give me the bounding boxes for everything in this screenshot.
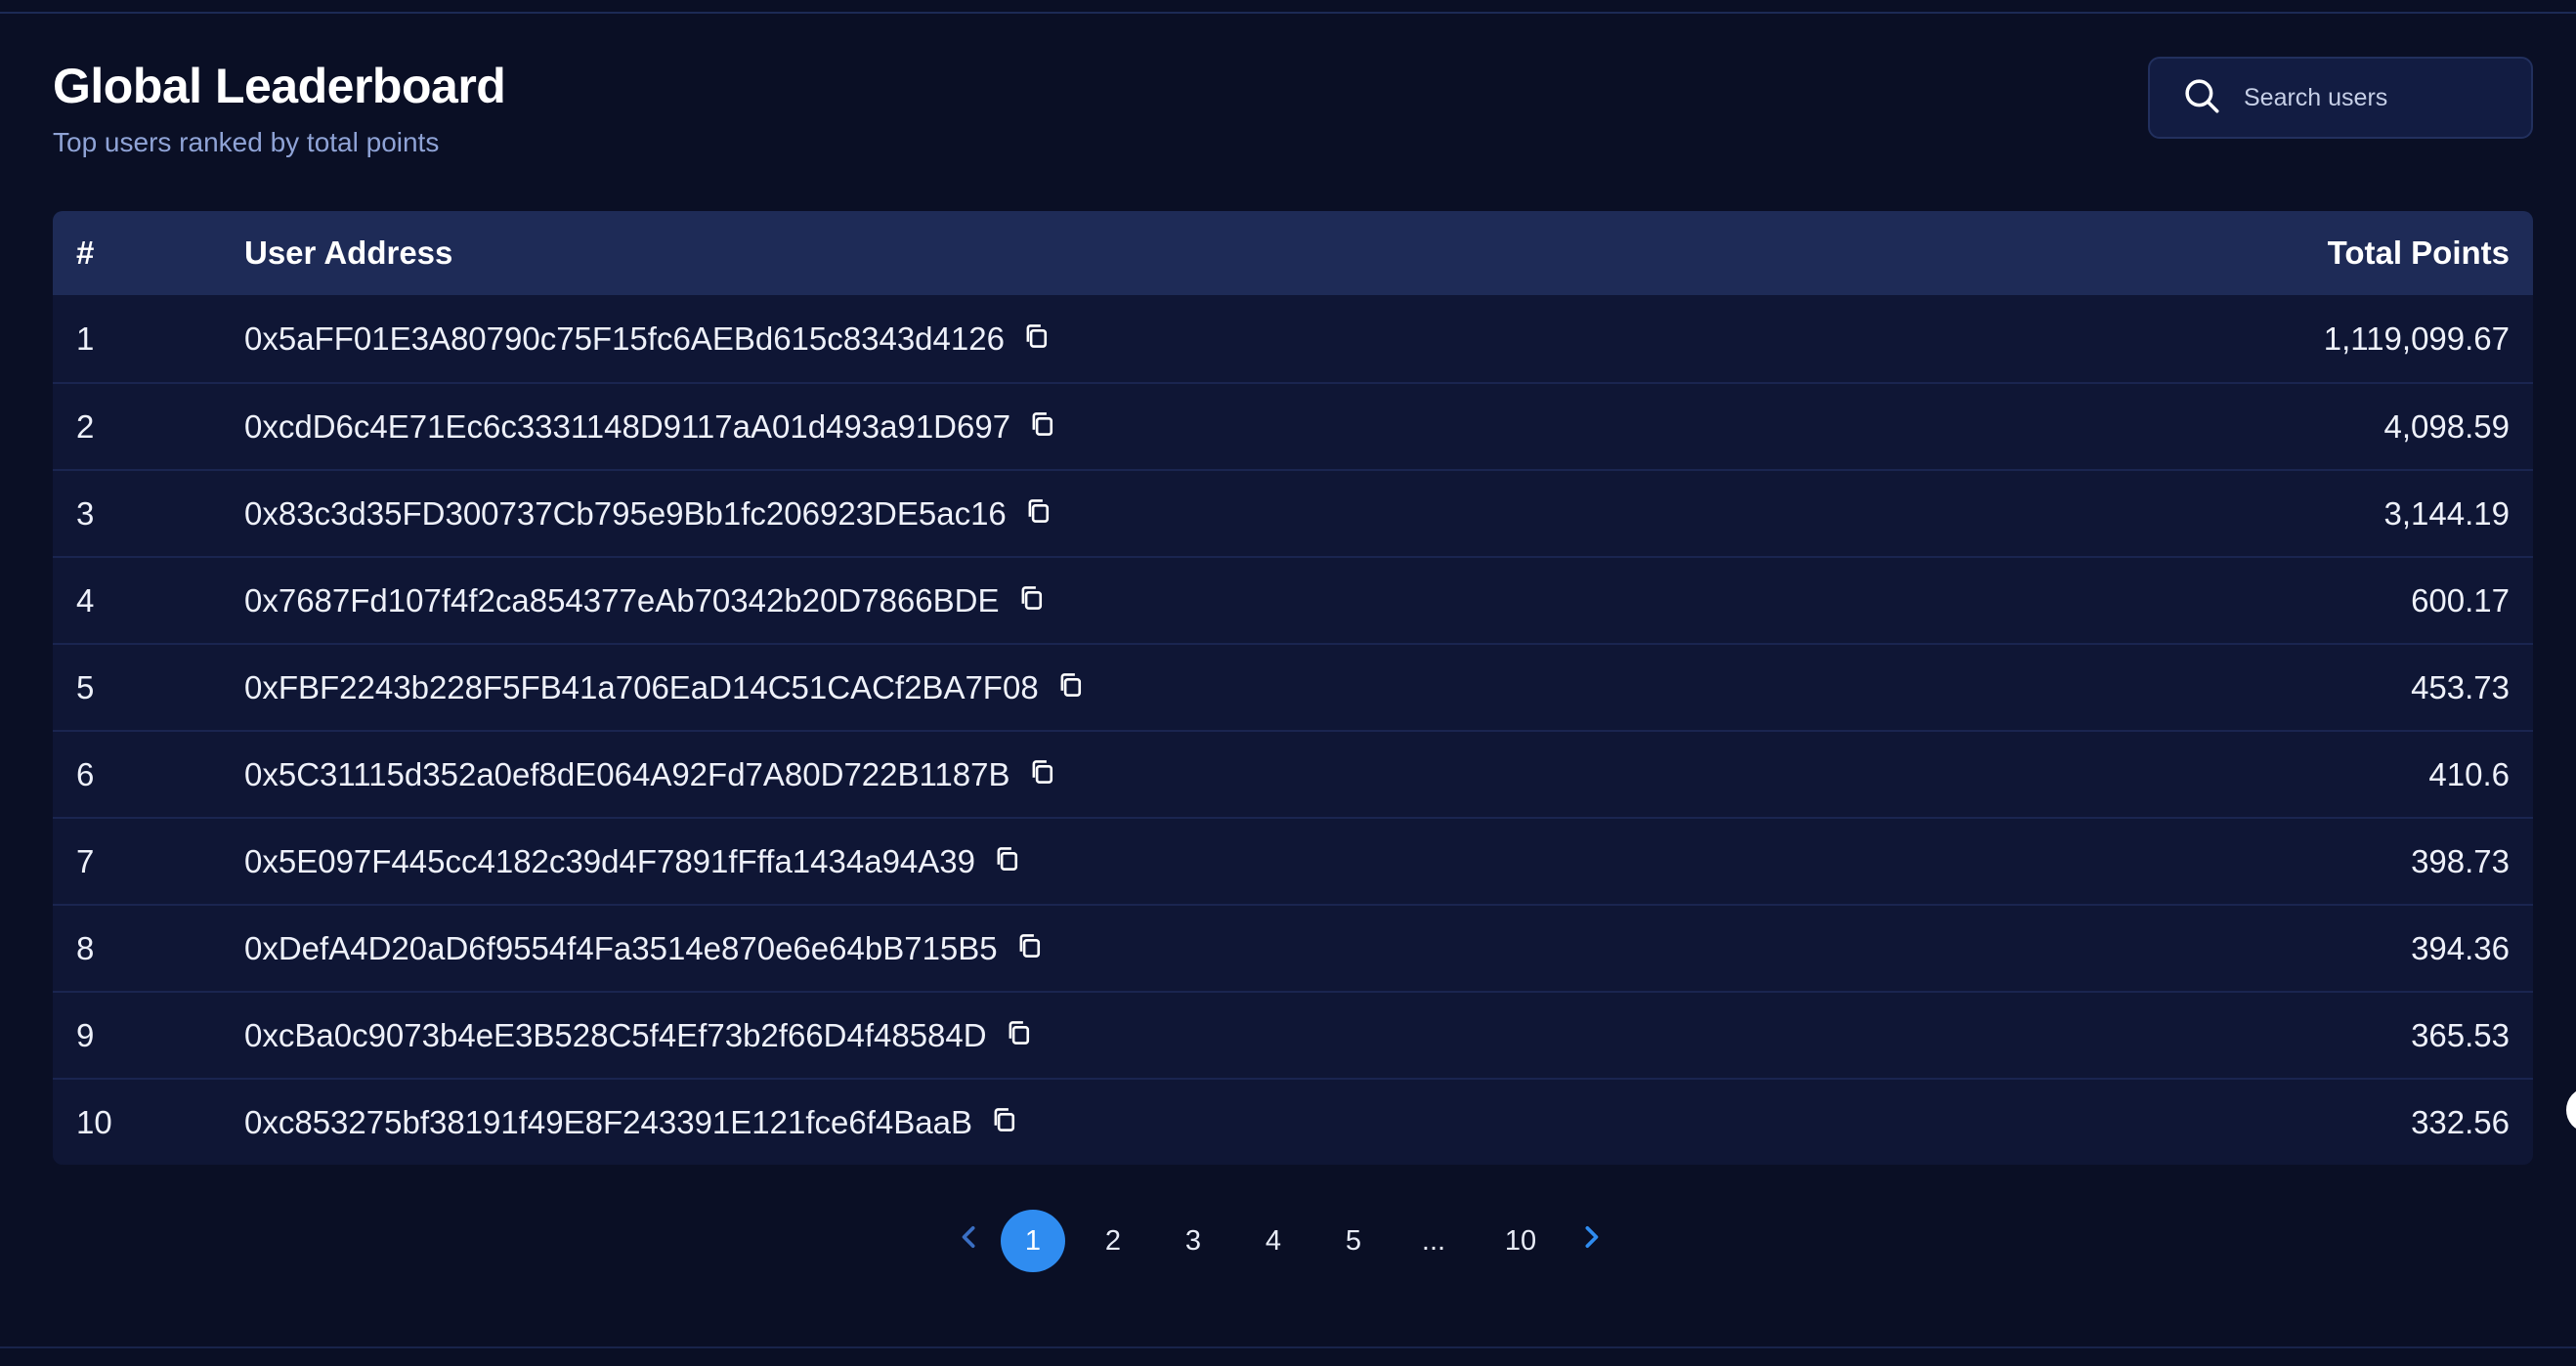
user-address: 0xcdD6c4E71Ec6c3331148D9117aA01d493a91D6… <box>244 407 1011 445</box>
rank-cell: 10 <box>76 1103 112 1140</box>
address-cell: 0xcBa0c9073b4eE3B528C5f4Ef73b2f66D4f4858… <box>244 1017 2123 1054</box>
search-icon <box>2181 75 2222 121</box>
chevron-left-icon <box>959 1224 980 1258</box>
bottom-divider <box>0 1346 2576 1348</box>
user-address: 0x5E097F445cc4182c39d4F7891fFffa1434a94A… <box>244 842 975 879</box>
top-divider <box>0 12 2576 14</box>
address-cell: 0x5aFF01E3A80790c75F15fc6AEBd615c8343d41… <box>244 320 2123 358</box>
copy-address-button[interactable] <box>1054 672 1086 704</box>
copy-address-button[interactable] <box>1013 933 1045 964</box>
points-cell: 1,119,099.67 <box>2323 320 2510 357</box>
rank-cell: 4 <box>76 581 95 619</box>
page-5-button[interactable]: 5 <box>1321 1210 1386 1272</box>
address-cell: 0xcdD6c4E71Ec6c3331148D9117aA01d493a91D6… <box>244 408 2123 446</box>
copy-address-button[interactable] <box>1003 1020 1034 1051</box>
page-title: Global Leaderboard <box>53 59 506 113</box>
points-cell: 410.6 <box>2428 755 2510 792</box>
search-input[interactable] <box>2242 82 2515 113</box>
floating-widget-edge[interactable] <box>2566 1089 2576 1131</box>
next-page-button[interactable] <box>1567 1210 1614 1272</box>
points-cell: 453.73 <box>2411 668 2510 705</box>
rank-cell: 9 <box>76 1016 95 1053</box>
leaderboard-table: # User Address Total Points 1 0x5aFF01E3A… <box>53 211 2533 1165</box>
address-cell: 0xFBF2243b228F5FB41a706EaD14C51CACf2BA7F… <box>244 669 2123 706</box>
table-row: 8 0xDefA4D20aD6f9554f4Fa3514e870e6e64bB71… <box>53 904 2533 991</box>
user-address: 0x5C31115d352a0ef8dE064A92Fd7A80D722B118… <box>244 755 1010 792</box>
rank-cell: 8 <box>76 929 95 966</box>
copy-icon <box>1057 669 1083 706</box>
address-cell: 0xDefA4D20aD6f9554f4Fa3514e870e6e64bB715… <box>244 930 2123 967</box>
user-address: 0xc853275bf38191f49E8F243391E121fce6f4Ba… <box>244 1103 972 1140</box>
pagination-ellipsis: ... <box>1421 1224 1446 1257</box>
address-cell: 0x5E097F445cc4182c39d4F7891fFffa1434a94A… <box>244 843 2123 880</box>
points-cell: 394.36 <box>2411 929 2510 966</box>
rank-cell: 5 <box>76 668 95 705</box>
copy-icon <box>1025 495 1051 533</box>
copy-icon <box>1029 408 1054 446</box>
table-row: 2 0xcdD6c4E71Ec6c3331148D9117aA01d493a91D… <box>53 382 2533 469</box>
copy-icon <box>994 843 1019 880</box>
points-cell: 398.73 <box>2411 842 2510 879</box>
table-header: # User Address Total Points <box>53 211 2533 295</box>
copy-icon <box>1006 1017 1031 1054</box>
copy-icon <box>1018 582 1044 619</box>
copy-icon <box>1029 756 1054 793</box>
copy-icon <box>1023 320 1049 358</box>
rank-cell: 6 <box>76 755 95 792</box>
rank-cell: 7 <box>76 842 95 879</box>
rank-cell: 2 <box>76 407 95 445</box>
page-3-button[interactable]: 3 <box>1161 1210 1225 1272</box>
table-body: 1 0x5aFF01E3A80790c75F15fc6AEBd615c8343d4… <box>53 295 2533 1165</box>
user-address: 0xDefA4D20aD6f9554f4Fa3514e870e6e64bB715… <box>244 929 998 966</box>
table-row: 1 0x5aFF01E3A80790c75F15fc6AEBd615c8343d4… <box>53 295 2533 382</box>
copy-address-button[interactable] <box>988 1107 1019 1138</box>
copy-address-button[interactable] <box>1015 585 1047 617</box>
page-subtitle: Top users ranked by total points <box>53 127 440 157</box>
copy-address-button[interactable] <box>991 846 1022 877</box>
user-address: 0x5aFF01E3A80790c75F15fc6AEBd615c8343d41… <box>244 320 1005 357</box>
address-cell: 0xc853275bf38191f49E8F243391E121fce6f4Ba… <box>244 1104 2123 1141</box>
page-4-button[interactable]: 4 <box>1241 1210 1306 1272</box>
points-cell: 332.56 <box>2411 1103 2510 1140</box>
address-cell: 0x7687Fd107f4f2ca854377eAb70342b20D7866B… <box>244 582 2123 619</box>
copy-address-button[interactable] <box>1026 411 1057 443</box>
table-row: 3 0x83c3d35FD300737Cb795e9Bb1fc206923DE5a… <box>53 469 2533 556</box>
copy-icon <box>1016 930 1042 967</box>
table-row: 6 0x5C31115d352a0ef8dE064A92Fd7A80D722B11… <box>53 730 2533 817</box>
user-address: 0x7687Fd107f4f2ca854377eAb70342b20D7866B… <box>244 581 1000 619</box>
prev-page-button[interactable] <box>946 1210 993 1272</box>
chevron-right-icon <box>1580 1224 1602 1258</box>
column-header-points: Total Points <box>2327 235 2510 271</box>
copy-address-button[interactable] <box>1026 759 1057 790</box>
search-box[interactable] <box>2148 57 2533 139</box>
page-2-button[interactable]: 2 <box>1081 1210 1145 1272</box>
page-1-button[interactable]: 1 <box>1001 1210 1065 1272</box>
table-row: 9 0xcBa0c9073b4eE3B528C5f4Ef73b2f66D4f485… <box>53 991 2533 1078</box>
pagination-controls: 1 2 3 4 5 ... 10 <box>946 1210 1614 1272</box>
rank-cell: 1 <box>76 320 95 357</box>
table-row: 10 0xc853275bf38191f49E8F243391E121fce6f4… <box>53 1078 2533 1165</box>
points-cell: 600.17 <box>2411 581 2510 619</box>
page-10-button[interactable]: 10 <box>1481 1210 1560 1272</box>
address-cell: 0x5C31115d352a0ef8dE064A92Fd7A80D722B118… <box>244 756 2123 793</box>
user-address: 0x83c3d35FD300737Cb795e9Bb1fc206923DE5ac… <box>244 494 1007 532</box>
table-row: 7 0x5E097F445cc4182c39d4F7891fFffa1434a94… <box>53 817 2533 904</box>
page-header: Global Leaderboard Top users ranked by t… <box>53 57 506 158</box>
column-header-rank: # <box>76 235 95 271</box>
table-row: 4 0x7687Fd107f4f2ca854377eAb70342b20D7866… <box>53 556 2533 643</box>
rank-cell: 3 <box>76 494 95 532</box>
user-address: 0xFBF2243b228F5FB41a706EaD14C51CACf2BA7F… <box>244 668 1039 705</box>
copy-icon <box>991 1104 1016 1141</box>
table-row: 5 0xFBF2243b228F5FB41a706EaD14C51CACf2BA7… <box>53 643 2533 730</box>
points-cell: 3,144.19 <box>2383 494 2510 532</box>
points-cell: 365.53 <box>2411 1016 2510 1053</box>
copy-address-button[interactable] <box>1022 498 1053 530</box>
column-header-address: User Address <box>244 235 453 271</box>
user-address: 0xcBa0c9073b4eE3B528C5f4Ef73b2f66D4f4858… <box>244 1016 987 1053</box>
points-cell: 4,098.59 <box>2383 407 2510 445</box>
copy-address-button[interactable] <box>1020 323 1052 355</box>
address-cell: 0x83c3d35FD300737Cb795e9Bb1fc206923DE5ac… <box>244 495 2123 533</box>
